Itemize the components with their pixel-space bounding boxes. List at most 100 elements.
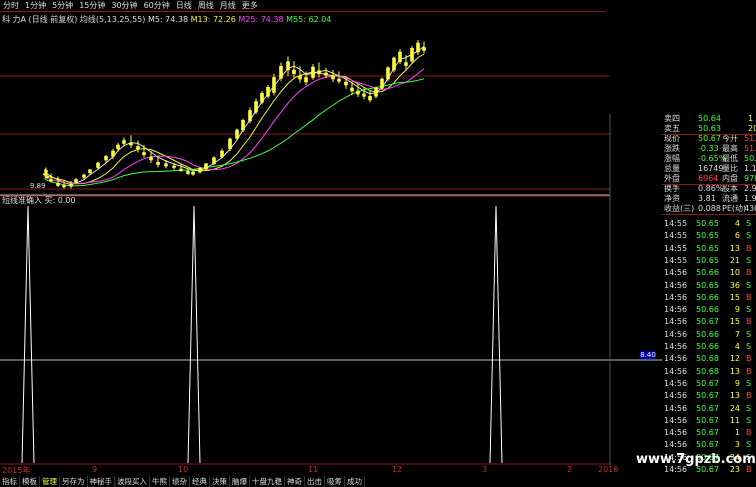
candle-body-25: [198, 167, 202, 173]
candle-body-52: [374, 87, 378, 97]
tick-v: 9: [734, 305, 740, 315]
tick-row: 14:55 50.65 4 S: [662, 219, 756, 230]
netasset-value2: 1.94亿: [744, 194, 756, 203]
tick-p: 50.67: [696, 378, 719, 388]
tick-row: 14:55 50.65 13 B: [662, 244, 756, 255]
tick-v: 12: [729, 354, 740, 364]
indicator-tab-14[interactable]: 吸筹: [325, 476, 345, 487]
tick-t: 14:55: [664, 219, 688, 228]
tick-v: 13: [729, 243, 740, 253]
quote-row-ask4: 卖四 50.64 1: [662, 114, 756, 124]
tick-row: 14:56 50.67 3 S: [662, 440, 756, 451]
candle-body-31: [241, 119, 245, 131]
tick-s: B: [746, 428, 752, 438]
tick-v: 7: [734, 329, 740, 339]
time-axis-label-3: 11: [308, 465, 319, 474]
candle-body-37: [279, 65, 283, 79]
candle-body-45: [331, 75, 335, 80]
candle-body-19: [156, 161, 160, 165]
indicator-tab-7[interactable]: 绩杂: [170, 476, 190, 487]
time-axis: 2015年 9 10 11 12 3 2 2016: [0, 465, 618, 475]
indicator-tab-8[interactable]: 经典: [190, 476, 210, 487]
turnover-label: 换手: [664, 184, 680, 193]
candle-body-50: [362, 93, 366, 97]
tick-s: B: [746, 354, 752, 364]
tick-row: 14:56 50.67 1 B: [662, 428, 756, 439]
change-label2: 最高: [722, 144, 738, 153]
time-axis-label-1: 9: [92, 465, 98, 474]
tick-row: 14:56 50.66 7 S: [662, 330, 756, 341]
tick-t: 14:56: [664, 440, 688, 450]
candle-body-60: [422, 47, 426, 51]
tick-row: 14:56 50.67 24 S: [662, 404, 756, 415]
tick-row: 14:56 50.68 13 B: [662, 367, 756, 378]
candle-body-20: [164, 163, 168, 167]
cursor-price-tag: 8.40: [640, 351, 656, 359]
candles: [43, 40, 426, 189]
tick-t: 14:56: [664, 366, 688, 376]
tick-t: 14:56: [664, 329, 688, 339]
indicator-tab-5[interactable]: 波段买入: [115, 476, 150, 487]
indicator-tab-3[interactable]: 另存为: [60, 476, 88, 487]
candle-body-42: [311, 66, 315, 78]
tick-v: 24: [729, 403, 740, 413]
candle-body-14: [122, 140, 126, 144]
indicator-tab-12[interactable]: 神奇: [285, 476, 305, 487]
indicator-tab-2[interactable]: 管理: [40, 476, 60, 487]
tick-v: 13: [729, 391, 740, 401]
tick-s: S: [746, 342, 752, 351]
tick-s: S: [746, 280, 752, 290]
tick-t: 14:55: [664, 255, 688, 265]
candle-body-10: [96, 162, 100, 168]
tick-row: 14:56 50.65 36 S: [662, 281, 756, 292]
pct-label2: 最低: [722, 154, 738, 163]
candle-body-49: [356, 90, 360, 95]
indicator-tabs: 指标 模板 管理 另存为 神秘手 波段买入 牛熊 绩杂 经典 决策 脑爆 十盘九稳 神奇 出击 吸筹 成功: [0, 476, 620, 487]
total-value2: 1.14: [744, 164, 756, 173]
tick-v: 11: [729, 415, 740, 425]
indicator-tab-11[interactable]: 十盘九稳: [250, 476, 285, 487]
candle-body-1: [43, 173, 47, 176]
quote-row-ask5: 卖五 50.63 20: [662, 124, 756, 134]
indicator-tab-13[interactable]: 出击: [305, 476, 325, 487]
eps-label: 收益(三): [664, 204, 695, 213]
candle-body-11: [104, 155, 108, 161]
watermark: www.7gpzb.com: [636, 452, 756, 467]
time-axis-label-7: 2016: [598, 465, 619, 474]
tick-s: B: [746, 391, 752, 401]
candle-body-44: [324, 72, 328, 76]
turnover-value2: 2.97亿: [744, 184, 756, 193]
candle-body-4: [56, 182, 60, 186]
indicator-tab-9[interactable]: 决策: [210, 476, 230, 487]
change-label: 涨跌: [664, 144, 680, 153]
indicator-spike-2: [489, 205, 503, 464]
tick-v: 13: [729, 366, 740, 376]
indicator-tab-1[interactable]: 模板: [20, 476, 40, 487]
indicator-tab-0[interactable]: 指标: [0, 476, 20, 487]
candle-body-15: [129, 142, 133, 146]
candle-body-17: [142, 152, 146, 156]
indicator-tab-4[interactable]: 神秘手: [88, 476, 115, 487]
now-label2: 今开: [722, 134, 738, 143]
time-axis-label-4: 12: [392, 465, 403, 474]
quote-row-outer: 外盘 6964内盘 9785: [662, 174, 756, 184]
tick-row: 14:56 50.66 4 S: [662, 342, 756, 353]
quote-row-eps: 收益(三)0.088PE(动)430.9: [662, 204, 756, 214]
candle-body-23: [186, 170, 190, 174]
quote-divider-1: [662, 184, 756, 185]
tick-p: 50.65: [696, 255, 719, 265]
indicator-tab-6[interactable]: 牛熊: [150, 476, 170, 487]
tick-p: 50.66: [696, 342, 719, 351]
indicator-tab-15[interactable]: 成功: [345, 476, 365, 487]
tick-p: 50.65: [696, 243, 719, 253]
turnover-value: 0.86%: [698, 184, 724, 193]
tick-p: 50.67: [696, 403, 719, 413]
pct-label: 涨幅: [664, 154, 680, 163]
tick-t: 14:56: [664, 415, 688, 425]
tick-s: S: [746, 415, 752, 425]
tick-s: S: [746, 231, 752, 241]
candle-body-56: [398, 51, 402, 63]
tick-s: S: [746, 305, 752, 315]
low-price-label: 9.89: [30, 182, 46, 190]
indicator-tab-10[interactable]: 脑爆: [230, 476, 250, 487]
